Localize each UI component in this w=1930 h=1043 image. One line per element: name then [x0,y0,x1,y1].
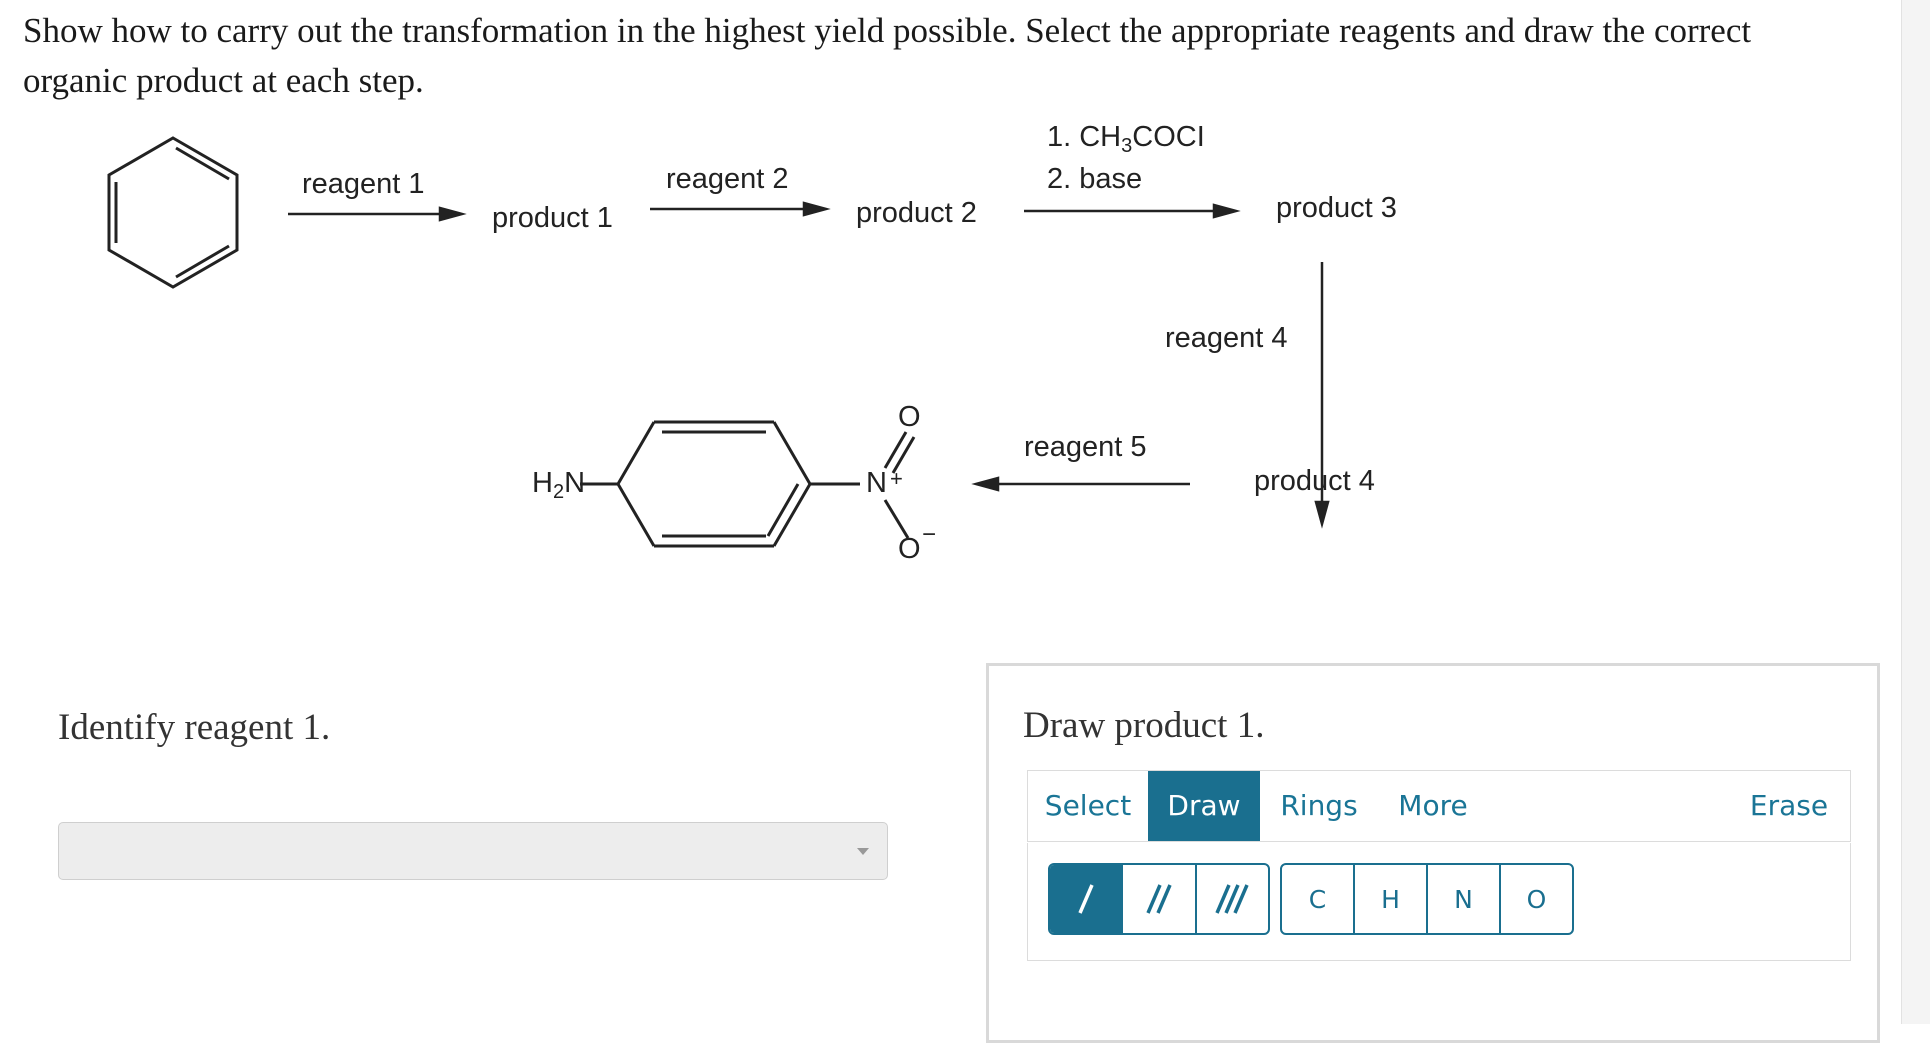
double-bond-icon [1146,884,1172,914]
step3-reagent-line2: 2. base [1047,163,1143,195]
draw-panel: Draw product 1. Select Draw Rings More E… [986,663,1880,1043]
atom-button-group: C H N O [1280,863,1574,935]
tab-more[interactable]: More [1378,771,1488,841]
reagent-1-dropdown[interactable] [58,822,888,880]
reagent-4-label: reagent 4 [1165,322,1288,354]
draw-subtoolbar: C H N O [1027,843,1851,961]
reaction-scheme: reagent 1 product 1 reagent 2 product 2 … [0,120,1930,640]
reagent-1-label: reagent 1 [302,168,425,200]
bond-button-group [1048,863,1270,935]
nitro-n-label: N [866,467,887,499]
atom-h-button[interactable]: H [1355,865,1428,933]
tab-draw[interactable]: Draw [1148,771,1260,841]
triple-bond-icon [1215,884,1249,914]
page-scrollbar[interactable] [1901,0,1930,1024]
instructions-text: Show how to carry out the transformation… [23,11,1752,100]
target-ring [580,420,916,548]
nitro-charge-minus: − [922,521,937,548]
product-4-label: product 4 [1254,465,1375,497]
single-bond-icon [1078,884,1094,914]
reagent-5-label: reagent 5 [1024,431,1147,463]
triple-bond-button[interactable] [1197,865,1268,933]
atom-o-button[interactable]: O [1501,865,1572,933]
benzene-structure [107,136,239,289]
reagent-2-label: reagent 2 [666,163,789,195]
product-3-label: product 3 [1276,192,1397,224]
product-2-label: product 2 [856,197,977,229]
identify-reagent-question: Identify reagent 1. [58,707,331,748]
double-bond-button[interactable] [1123,865,1197,933]
erase-button[interactable]: Erase [1734,771,1844,841]
draw-toolbar: Select Draw Rings More Erase [1027,770,1851,842]
product-1-label: product 1 [492,202,613,234]
single-bond-button[interactable] [1050,865,1124,933]
nitro-o-top-label: O [898,401,921,433]
draw-product-question: Draw product 1. [1023,705,1265,746]
atom-c-button[interactable]: C [1282,865,1355,933]
amine-group-label: H2N [532,467,586,503]
atom-n-button[interactable]: N [1428,865,1501,933]
step3-reagent-line1: 1. CH3COCI [1047,121,1205,157]
nitro-charge-plus: + [890,466,903,491]
tab-select[interactable]: Select [1028,771,1148,841]
nitro-o-bottom-label: O [898,533,921,565]
tab-rings[interactable]: Rings [1264,771,1374,841]
chevron-down-icon [857,848,869,855]
